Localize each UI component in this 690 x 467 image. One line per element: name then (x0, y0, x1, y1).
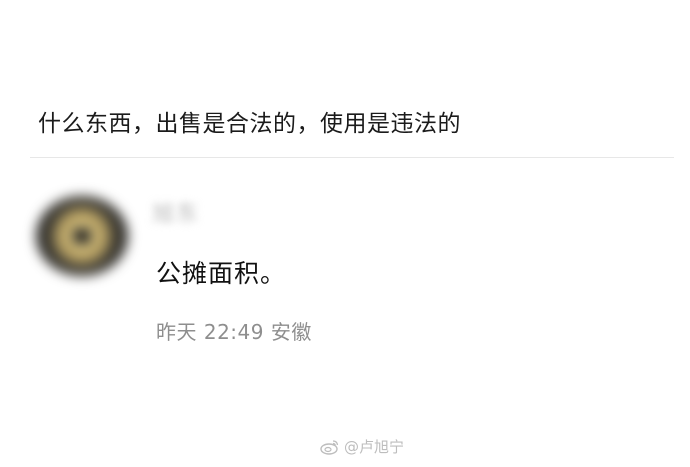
comment-text: 公摊面积。 (156, 259, 287, 288)
comment-item: 旭东 公摊面积。 昨天 22:49 安徽 (0, 0, 690, 467)
comment-time: 昨天 22:49 (156, 320, 264, 344)
weibo-icon (320, 439, 340, 455)
watermark-handle: @卢旭宁 (343, 438, 404, 456)
comment-location: 安徽 (270, 320, 312, 344)
avatar[interactable] (36, 196, 128, 276)
comment-meta: 昨天 22:49 安徽 (156, 316, 312, 345)
comment-username[interactable]: 旭东 (152, 196, 200, 228)
watermark: @卢旭宁 (320, 436, 404, 457)
